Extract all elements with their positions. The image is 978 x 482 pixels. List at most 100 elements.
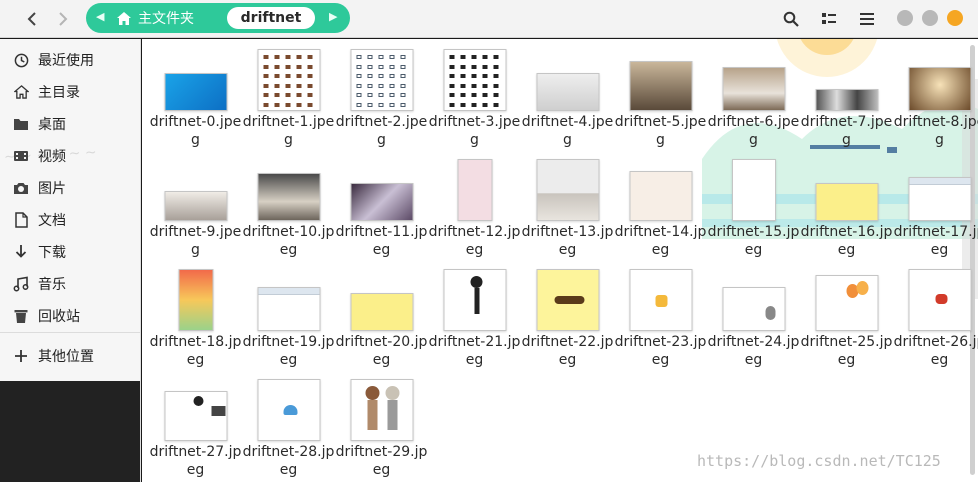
- file-item[interactable]: driftnet-17.jpeg: [893, 157, 978, 265]
- file-name: driftnet-14.jpeg: [614, 224, 707, 258]
- chevron-right-icon: [59, 12, 68, 26]
- folder-icon: [13, 116, 29, 132]
- camera-icon: [13, 180, 29, 196]
- file-name: driftnet-13.jpeg: [521, 224, 614, 258]
- file-name: driftnet-5.jpeg: [614, 114, 707, 148]
- file-item[interactable]: driftnet-21.jpeg: [428, 267, 521, 375]
- sidebar-item-recent[interactable]: 最近使用: [0, 45, 140, 75]
- file-name: driftnet-7.jpeg: [800, 114, 893, 148]
- file-name: driftnet-0.jpeg: [149, 114, 242, 148]
- file-name: driftnet-6.jpeg: [707, 114, 800, 148]
- file-name: driftnet-8.jpeg: [893, 114, 978, 148]
- minimize-button[interactable]: [897, 10, 913, 26]
- sidebar-item-downloads[interactable]: 下载: [0, 237, 140, 267]
- file-name: driftnet-23.jpeg: [614, 334, 707, 368]
- file-name: driftnet-10.jpeg: [242, 224, 335, 258]
- view-toggle-button[interactable]: [819, 9, 839, 29]
- sidebar-lower-background: [0, 381, 140, 482]
- sidebar-item-label: 文档: [38, 213, 66, 229]
- file-item[interactable]: driftnet-3.jpeg: [428, 47, 521, 155]
- file-thumbnail: [164, 73, 227, 111]
- path-scroll-right-icon[interactable]: ▶: [329, 10, 337, 23]
- file-thumbnail: [722, 287, 785, 331]
- sidebar-item-trash[interactable]: 回收站: [0, 301, 140, 331]
- file-item[interactable]: driftnet-18.jpeg: [149, 267, 242, 375]
- file-item[interactable]: driftnet-15.jpeg: [707, 157, 800, 265]
- header-bar: ◀ 主文件夹 driftnet ▶: [0, 0, 978, 38]
- file-thumbnail: [815, 183, 878, 221]
- file-name: driftnet-26.jpeg: [893, 334, 978, 368]
- file-item[interactable]: driftnet-23.jpeg: [614, 267, 707, 375]
- file-item[interactable]: driftnet-9.jpeg: [149, 157, 242, 265]
- file-item[interactable]: driftnet-1.jpeg: [242, 47, 335, 155]
- sidebar-item-label: 音乐: [38, 277, 66, 293]
- sidebar-item-videos[interactable]: 视频: [0, 141, 140, 171]
- file-name: driftnet-16.jpeg: [800, 224, 893, 258]
- search-icon: [783, 11, 799, 27]
- file-name: driftnet-20.jpeg: [335, 334, 428, 368]
- file-item[interactable]: driftnet-7.jpeg: [800, 47, 893, 155]
- file-view: driftnet-0.jpeg driftnet-1.jpeg driftnet-2…: [142, 39, 978, 482]
- sidebar-item-music[interactable]: 音乐: [0, 269, 140, 299]
- close-button[interactable]: [947, 10, 963, 26]
- file-item[interactable]: driftnet-2.jpeg: [335, 47, 428, 155]
- forward-button[interactable]: [50, 7, 76, 31]
- file-item[interactable]: driftnet-19.jpeg: [242, 267, 335, 375]
- file-item[interactable]: driftnet-26.jpeg: [893, 267, 978, 375]
- clock-icon: [13, 52, 29, 68]
- plus-icon: [13, 348, 29, 364]
- search-button[interactable]: [781, 9, 801, 29]
- file-thumbnail: [457, 159, 492, 221]
- file-item[interactable]: driftnet-20.jpeg: [335, 267, 428, 375]
- file-item[interactable]: driftnet-12.jpeg: [428, 157, 521, 265]
- file-name: driftnet-4.jpeg: [521, 114, 614, 148]
- sidebar-item-other-locations[interactable]: 其他位置: [0, 341, 140, 371]
- sidebar-item-label: 下载: [38, 245, 66, 261]
- maximize-button[interactable]: [922, 10, 938, 26]
- file-thumbnail: [731, 159, 776, 221]
- file-item[interactable]: driftnet-24.jpeg: [707, 267, 800, 375]
- back-button[interactable]: [19, 7, 45, 31]
- file-thumbnail: [908, 269, 971, 331]
- file-item[interactable]: driftnet-28.jpeg: [242, 377, 335, 482]
- file-item[interactable]: driftnet-14.jpeg: [614, 157, 707, 265]
- file-name: driftnet-29.jpeg: [335, 444, 428, 478]
- sidebar-item-desktop[interactable]: 桌面: [0, 109, 140, 139]
- file-name: driftnet-25.jpeg: [800, 334, 893, 368]
- file-item[interactable]: driftnet-25.jpeg: [800, 267, 893, 375]
- file-thumbnail: [257, 379, 320, 441]
- file-thumbnail: [629, 269, 692, 331]
- file-item[interactable]: driftnet-6.jpeg: [707, 47, 800, 155]
- sidebar-item-documents[interactable]: 文档: [0, 205, 140, 235]
- file-name: driftnet-27.jpeg: [149, 444, 242, 478]
- breadcrumb-current[interactable]: driftnet: [227, 7, 315, 29]
- file-item[interactable]: driftnet-5.jpeg: [614, 47, 707, 155]
- music-icon: [13, 276, 29, 292]
- file-item[interactable]: driftnet-4.jpeg: [521, 47, 614, 155]
- home-icon: [13, 84, 29, 100]
- file-item[interactable]: driftnet-29.jpeg: [335, 377, 428, 482]
- file-item[interactable]: driftnet-22.jpeg: [521, 267, 614, 375]
- file-item[interactable]: driftnet-11.jpeg: [335, 157, 428, 265]
- sidebar-item-label: 图片: [38, 181, 66, 197]
- sidebar-item-pictures[interactable]: 图片: [0, 173, 140, 203]
- sidebar-item-home[interactable]: 主目录: [0, 77, 140, 107]
- file-name: driftnet-21.jpeg: [428, 334, 521, 368]
- file-thumbnail: [443, 269, 506, 331]
- file-name: driftnet-3.jpeg: [428, 114, 521, 148]
- file-item[interactable]: driftnet-27.jpeg: [149, 377, 242, 482]
- menu-button[interactable]: [857, 9, 877, 29]
- file-item[interactable]: driftnet-8.jpeg: [893, 47, 978, 155]
- file-item[interactable]: driftnet-0.jpeg: [149, 47, 242, 155]
- file-item[interactable]: driftnet-16.jpeg: [800, 157, 893, 265]
- file-thumbnail: [722, 67, 785, 111]
- file-item[interactable]: driftnet-10.jpeg: [242, 157, 335, 265]
- sidebar-item-label: 主目录: [38, 85, 80, 101]
- file-item[interactable]: driftnet-13.jpeg: [521, 157, 614, 265]
- breadcrumb-home[interactable]: 主文件夹: [116, 8, 194, 28]
- path-bar: ◀ 主文件夹 driftnet ▶: [86, 3, 350, 33]
- path-scroll-left-icon[interactable]: ◀: [96, 10, 104, 23]
- sidebar-item-label: 最近使用: [38, 53, 94, 69]
- file-thumbnail: [536, 159, 599, 221]
- video-icon: [13, 148, 29, 164]
